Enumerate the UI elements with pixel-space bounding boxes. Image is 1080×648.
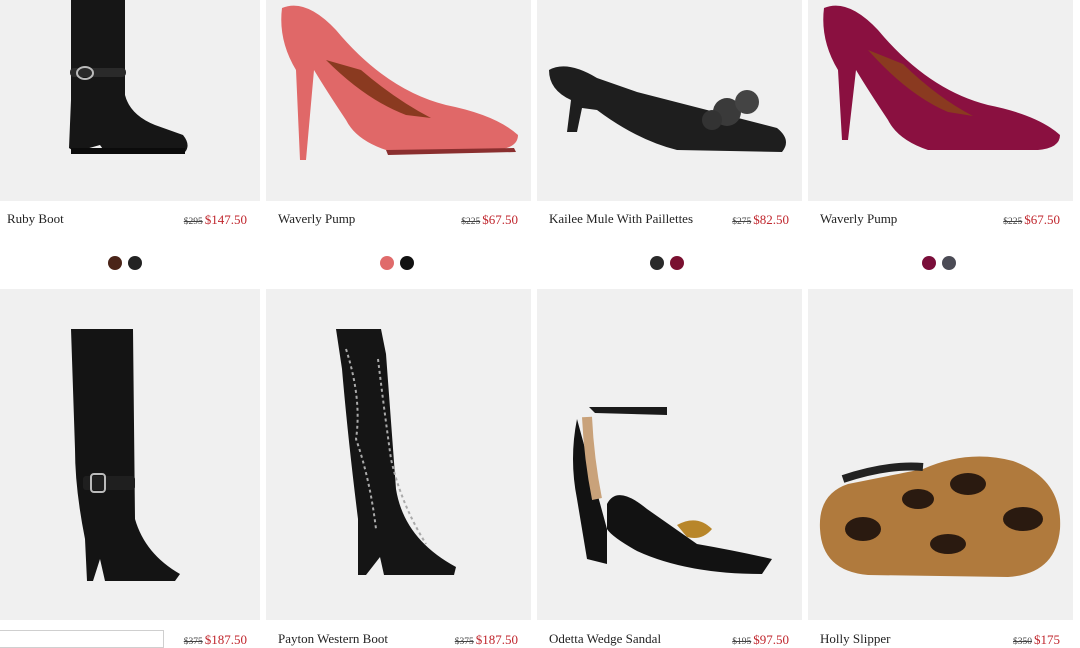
original-price: $195 <box>732 637 752 647</box>
ankle-boot-icon <box>69 0 188 154</box>
slipper-icon <box>819 456 1061 577</box>
product-price: $295 $147.50 <box>184 212 247 228</box>
original-price: $375 <box>183 637 203 647</box>
color-swatch[interactable] <box>922 256 936 270</box>
product-price: $350 $175 <box>1013 632 1060 648</box>
product-name[interactable]: Waverly Pump <box>820 211 897 227</box>
product-price: $275 $82.50 <box>732 212 789 228</box>
original-price: $225 <box>461 217 481 227</box>
product-name[interactable]: Holly Slipper <box>820 631 890 647</box>
product-price: $225 $67.50 <box>461 212 518 228</box>
color-swatch[interactable] <box>380 256 394 270</box>
product-image[interactable] <box>0 0 260 201</box>
color-swatch[interactable] <box>670 256 684 270</box>
color-swatch[interactable] <box>650 256 664 270</box>
color-swatches <box>922 256 956 270</box>
product-image[interactable] <box>0 289 260 620</box>
western-boot-icon <box>336 329 456 575</box>
original-price: $350 <box>1013 637 1032 647</box>
product-image[interactable] <box>808 0 1073 201</box>
color-swatches <box>108 256 142 270</box>
sale-price: $187.50 <box>204 632 247 647</box>
product-image[interactable] <box>266 289 531 620</box>
sale-price: $175 <box>1034 632 1060 647</box>
sale-price: $67.50 <box>482 212 518 227</box>
mule-icon <box>549 66 786 152</box>
original-price: $295 <box>183 217 203 227</box>
original-price: $275 <box>732 217 752 227</box>
product-image[interactable] <box>266 0 531 201</box>
product-price: $375 $187.50 <box>184 632 247 648</box>
product-price: $375 $187.50 <box>455 632 518 648</box>
color-swatches <box>380 256 414 270</box>
color-swatch[interactable] <box>108 256 122 270</box>
sale-price: $147.50 <box>204 212 247 227</box>
wedge-sandal-icon <box>573 407 772 574</box>
product-name[interactable]: Odetta Wedge Sandal <box>549 631 661 647</box>
pump-icon <box>823 5 1060 150</box>
original-price: $375 <box>454 637 474 647</box>
color-swatches <box>650 256 684 270</box>
tall-boot-icon <box>71 329 180 581</box>
product-name[interactable]: Waverly Pump <box>278 211 355 227</box>
product-image[interactable] <box>808 289 1073 620</box>
product-name[interactable]: Kailee Mule With Paillettes <box>549 211 693 227</box>
product-price: $225 $67.50 <box>1003 212 1060 228</box>
original-price: $225 <box>1003 217 1023 227</box>
product-name[interactable]: Payton Western Boot <box>278 631 388 647</box>
color-swatch[interactable] <box>128 256 142 270</box>
product-name[interactable]: Ruby Boot <box>7 211 64 227</box>
pump-icon <box>281 5 518 160</box>
product-image[interactable] <box>537 289 802 620</box>
product-image[interactable] <box>537 0 802 201</box>
overlay-panel <box>0 630 164 648</box>
sale-price: $82.50 <box>753 212 789 227</box>
sale-price: $67.50 <box>1024 212 1060 227</box>
sale-price: $97.50 <box>753 632 789 647</box>
product-price: $195 $97.50 <box>732 632 789 648</box>
color-swatch[interactable] <box>400 256 414 270</box>
sale-price: $187.50 <box>475 632 518 647</box>
color-swatch[interactable] <box>942 256 956 270</box>
